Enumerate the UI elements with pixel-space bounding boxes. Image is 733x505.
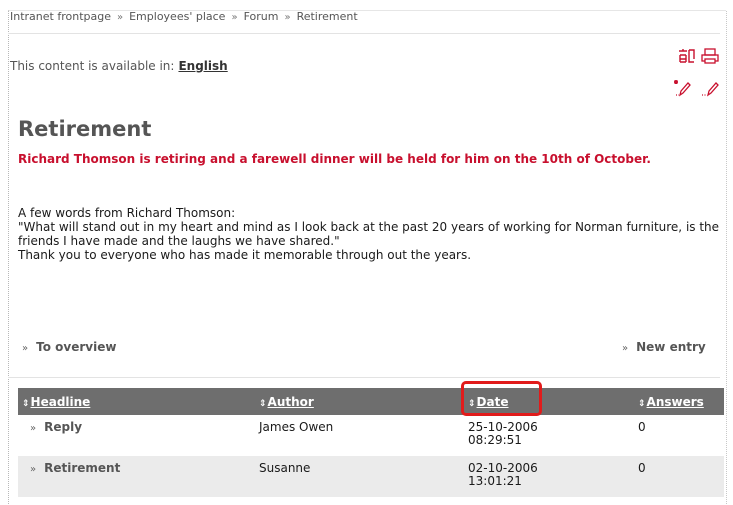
translate-icon[interactable]	[676, 47, 696, 65]
sort-headline-link[interactable]: Headline	[31, 395, 91, 409]
table-row[interactable]: » Retirement Susanne 02-10-2006 13:01:21 0	[18, 456, 724, 497]
language-label: This content is available in:	[10, 59, 175, 73]
arrow-icon: »	[30, 423, 37, 434]
divider	[8, 377, 720, 378]
column-date[interactable]: ⇕Date	[464, 388, 634, 415]
divider	[8, 33, 720, 34]
row-answers: 0	[634, 415, 724, 456]
row-author: James Owen	[255, 415, 464, 456]
sort-icon: ⇕	[638, 398, 646, 409]
breadcrumb-separator: »	[231, 12, 238, 23]
sort-date-link[interactable]: Date	[477, 395, 509, 409]
sort-icon: ⇕	[259, 398, 267, 409]
table-row[interactable]: » Reply James Owen 25-10-2006 08:29:51 0	[18, 415, 724, 456]
row-date-time: 08:29:51	[468, 433, 522, 447]
article-paragraph: A few words from Richard Thomson:	[18, 206, 236, 220]
article-paragraph: Thank you to everyone who has made it me…	[18, 248, 472, 262]
row-date: 25-10-2006 08:29:51	[464, 415, 634, 456]
column-answers[interactable]: ⇕Answers	[634, 388, 724, 415]
row-headline[interactable]: » Retirement	[18, 456, 255, 497]
breadcrumb-forum[interactable]: Forum	[244, 10, 279, 23]
breadcrumb-employees-place[interactable]: Employees' place	[129, 10, 225, 23]
row-headline[interactable]: » Reply	[18, 415, 255, 456]
arrow-icon: »	[30, 464, 37, 475]
breadcrumb: Intranet frontpage » Employees' place » Foru…	[10, 10, 358, 23]
to-overview-link[interactable]: » To overview	[22, 340, 116, 354]
to-overview-label: To overview	[36, 340, 117, 354]
article-lead: Richard Thomson is retiring and a farewe…	[18, 152, 651, 166]
language-selector: This content is available in: English	[10, 59, 228, 73]
article-quote: "What will stand out in my heart and min…	[18, 220, 720, 248]
article-body: A few words from Richard Thomson: "What …	[18, 206, 723, 262]
breadcrumb-separator: »	[116, 12, 124, 23]
edit-pencil-icon[interactable]	[700, 79, 720, 97]
row-answers: 0	[634, 456, 724, 497]
page-title: Retirement	[18, 117, 152, 141]
arrow-icon: »	[22, 343, 29, 354]
new-entry-pencil-icon[interactable]	[672, 79, 692, 97]
row-date-day: 25-10-2006	[468, 420, 538, 434]
print-icon[interactable]	[700, 47, 720, 65]
breadcrumb-separator: »	[284, 12, 291, 23]
new-entry-label: New entry	[636, 340, 706, 354]
new-entry-link[interactable]: » New entry	[622, 340, 706, 354]
row-author: Susanne	[255, 456, 464, 497]
sort-icon: ⇕	[468, 398, 476, 409]
table-header-row: ⇕Headline ⇕Author ⇕Date ⇕Answers	[18, 388, 724, 415]
language-link-english[interactable]: English	[178, 59, 227, 73]
sort-author-link[interactable]: Author	[268, 395, 314, 409]
row-headline-label[interactable]: Reply	[44, 420, 82, 434]
sort-answers-link[interactable]: Answers	[647, 395, 704, 409]
breadcrumb-intranet-frontpage[interactable]: Intranet frontpage	[10, 10, 111, 23]
row-headline-label[interactable]: Retirement	[44, 461, 120, 475]
row-date: 02-10-2006 13:01:21	[464, 456, 634, 497]
breadcrumb-current: Retirement	[296, 10, 358, 23]
sort-icon: ⇕	[22, 398, 30, 409]
column-author[interactable]: ⇕Author	[255, 388, 464, 415]
forum-table: ⇕Headline ⇕Author ⇕Date ⇕Answers » Reply …	[18, 388, 724, 497]
column-headline[interactable]: ⇕Headline	[18, 388, 255, 415]
row-date-time: 13:01:21	[468, 474, 522, 488]
row-date-day: 02-10-2006	[468, 461, 538, 475]
arrow-icon: »	[622, 343, 629, 354]
